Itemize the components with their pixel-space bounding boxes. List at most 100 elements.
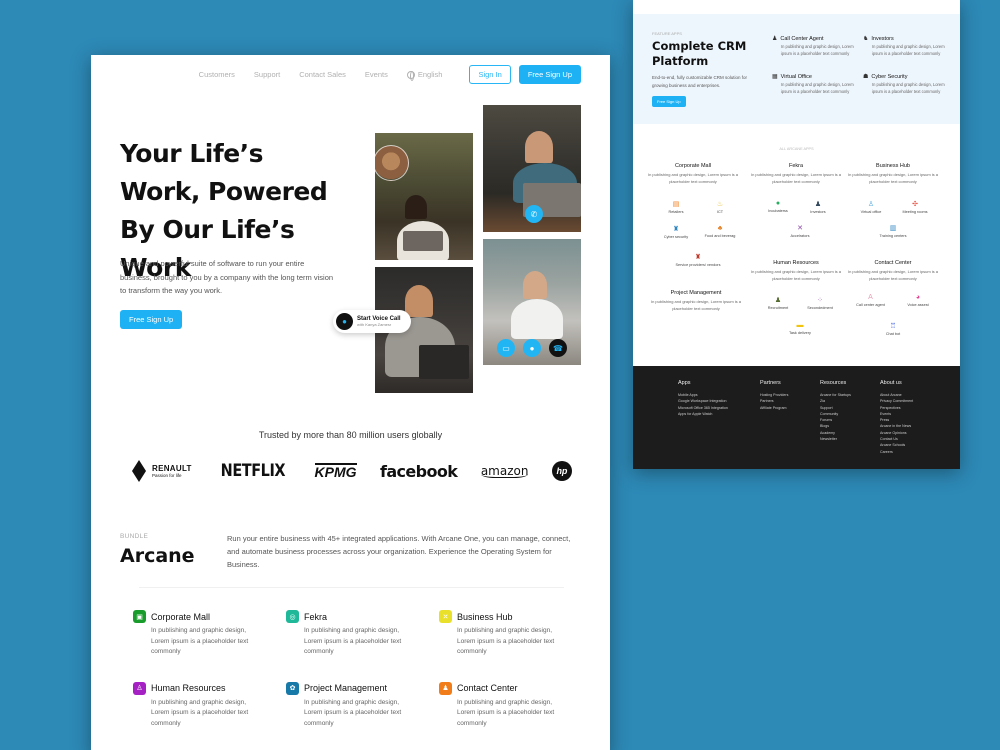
start-voice-call-card[interactable]: ● Start Voice Call with Kanya Zamesr — [333, 310, 411, 333]
voice-call-subtitle: with Kanya Zamesr — [357, 322, 392, 327]
divider — [139, 587, 564, 588]
feature-item[interactable]: ☗ Cyber Security In publishing and graphic… — [863, 73, 948, 95]
hang-up-button[interactable]: ☎ — [549, 339, 567, 357]
person-head — [405, 285, 433, 317]
nav-events[interactable]: Events — [365, 70, 388, 79]
sign-in-button[interactable]: Sign In — [469, 65, 511, 84]
footer-link[interactable]: Newsletter — [820, 436, 851, 442]
footer-col-about: About us About Arcane Privacy Commitment… — [880, 380, 913, 455]
hero-description: Unique and powerful suite of software to… — [120, 259, 334, 295]
app-card[interactable]: ♙ Human Resources In publishing and graphi… — [133, 681, 286, 730]
kpmg-logo: KPMG — [314, 463, 357, 480]
app-card[interactable]: ✿ Project Management In publishing and gra… — [286, 681, 439, 730]
sub-app-item[interactable]: ✣ Meeting rooms — [890, 200, 940, 214]
sub-app-item[interactable]: ⁘ Secondedment — [795, 296, 845, 310]
nav-customers[interactable]: Customers — [199, 70, 235, 79]
sub-app-label: Cyber security — [663, 235, 689, 239]
contact-center-icon: ♟ — [439, 681, 452, 695]
group-project-management[interactable]: Project Management In publishing and grap… — [646, 290, 746, 312]
sub-app-item[interactable]: ▥ Training centers — [868, 224, 918, 238]
vendors-icon: ♜ — [694, 254, 702, 261]
footer-col-title: Resources — [820, 380, 847, 386]
sub-app-item[interactable]: ♜ Service providers/ vendors — [663, 253, 733, 267]
mic-button[interactable]: ● — [523, 339, 541, 357]
language-selector[interactable]: English — [406, 70, 442, 81]
task-delivery-icon: ▬ — [796, 322, 804, 329]
human-resources-icon: ♙ — [133, 681, 146, 695]
laptop — [403, 231, 443, 251]
sub-app-label: Secondedment — [807, 306, 833, 310]
sub-app-item[interactable]: ♖ Chat bot — [868, 322, 918, 336]
footer-link[interactable]: Google Workspace Integration — [678, 398, 728, 404]
free-sign-up-button[interactable]: Free Sign Up — [518, 65, 581, 84]
crm-sign-up-button[interactable]: Free Sign Up — [652, 96, 686, 107]
footer-link[interactable]: Arcane in the News — [880, 423, 913, 429]
feature-name: Virtual Office — [780, 73, 812, 80]
apps-page: FEATURE APPS Complete CRM Platform End-t… — [633, 0, 960, 469]
photo-woman-phone: ▭ ● ☎ — [483, 239, 581, 365]
footer-link[interactable]: Careers — [880, 449, 913, 455]
microphone-icon: ● — [336, 313, 353, 330]
feature-item[interactable]: ▦ Virtual Office In publishing and graphic… — [772, 73, 857, 95]
person-body — [511, 299, 563, 339]
group-contact-center[interactable]: Contact Center In publishing and graphic … — [843, 260, 943, 282]
app-card[interactable]: ✕ Business Hub In publishing and graphic d… — [439, 610, 592, 658]
sub-app-item[interactable]: ♣ Food and beverag — [695, 225, 745, 238]
app-name: Corporate Mall — [151, 611, 211, 622]
app-description: In publishing and graphic design, Lorem … — [457, 698, 555, 727]
group-description: In publishing and graphic design, Lorem … — [750, 269, 842, 281]
app-card[interactable]: ♟ Contact Center In publishing and graphic… — [439, 681, 592, 730]
sub-app-item[interactable]: ▬ Task delivery — [775, 322, 825, 335]
sub-app-item[interactable]: ♟ Investors — [793, 200, 843, 214]
app-description: In publishing and graphic design, Lorem … — [457, 627, 555, 655]
sub-app-item[interactable]: ✕ Accelrators — [775, 224, 825, 238]
footer-link[interactable]: Privacy Commitment — [880, 398, 913, 404]
feature-item[interactable]: ♟ Call Center Agent In publishing and grap… — [772, 35, 857, 57]
investors-icon: ♟ — [814, 201, 822, 208]
phone-call-button[interactable]: ✆ — [525, 205, 543, 223]
footer-link[interactable]: Apps for Apple Watch — [678, 411, 728, 417]
app-card[interactable]: ◎ Fekra In publishing and graphic design, … — [286, 610, 439, 658]
feature-item[interactable]: ♞ Investors In publishing and graphic desi… — [863, 35, 948, 57]
nav-contact-sales[interactable]: Contact Sales — [299, 70, 346, 79]
sub-app-item[interactable]: ♨ ICT — [695, 200, 745, 214]
bundle-description: Run your entire business with 45+ integr… — [227, 534, 571, 569]
footer: Apps Mobile Apps Google Workspace Integr… — [633, 366, 960, 469]
app-card[interactable]: ▣ Corporate Mall In publishing and graphic… — [133, 610, 286, 658]
group-fekra[interactable]: Fekra In publishing and graphic design, L… — [746, 163, 846, 185]
corporate-mall-icon: ▣ — [133, 610, 146, 623]
footer-col-title: About us — [880, 380, 902, 386]
agent-icon: ♟ — [772, 36, 778, 42]
group-title: Project Management — [670, 290, 722, 296]
sub-app-item[interactable]: ▤ Retailers — [651, 200, 701, 214]
hero-sign-up-button[interactable]: Free Sign Up — [120, 310, 183, 329]
app-description: In publishing and graphic design, Lorem … — [151, 627, 249, 655]
investors-icon: ♞ — [863, 36, 869, 42]
feature-name: Investors — [871, 35, 894, 42]
bundle-label: BUNDLE — [120, 533, 149, 540]
accelerators-icon: ✕ — [797, 225, 803, 232]
sub-app-label: Recruitment — [767, 306, 789, 310]
sub-app-label: Training centers — [879, 234, 907, 238]
footer-link[interactable]: Microsoft Office 365 Integration — [678, 405, 728, 411]
facebook-logo: facebook — [379, 461, 458, 481]
group-title: Corporate Mall — [674, 163, 712, 169]
sub-app-item[interactable]: ♜ Cyber security — [651, 225, 701, 239]
feature-name: Cyber Security — [871, 73, 908, 80]
sub-app-item[interactable]: ♙ Virtual office — [846, 200, 896, 214]
nav-support[interactable]: Support — [254, 70, 280, 79]
sub-app-label: Task delivery — [789, 331, 811, 335]
globe-icon — [406, 70, 415, 81]
sub-app-label: Retailers — [668, 210, 684, 214]
sub-app-item[interactable]: A Call center agent — [843, 294, 898, 307]
netflix-logo: NETFLIX — [220, 461, 286, 481]
sub-app-item[interactable]: ◕ Voice assest — [893, 294, 943, 307]
app-description: In publishing and graphic design, Lorem … — [151, 698, 249, 727]
group-business-hub[interactable]: Business Hub In publishing and graphic de… — [843, 163, 943, 185]
footer-link[interactable]: Affiliate Program — [760, 405, 788, 411]
sub-app-label: Call center agent — [856, 303, 885, 307]
video-button[interactable]: ▭ — [497, 339, 515, 357]
voice-assest-icon: ◕ — [915, 294, 921, 301]
group-corporate-mall[interactable]: Corporate Mall In publishing and graphic … — [643, 163, 743, 185]
group-human-resources[interactable]: Human Resources In publishing and graphic… — [746, 260, 846, 282]
